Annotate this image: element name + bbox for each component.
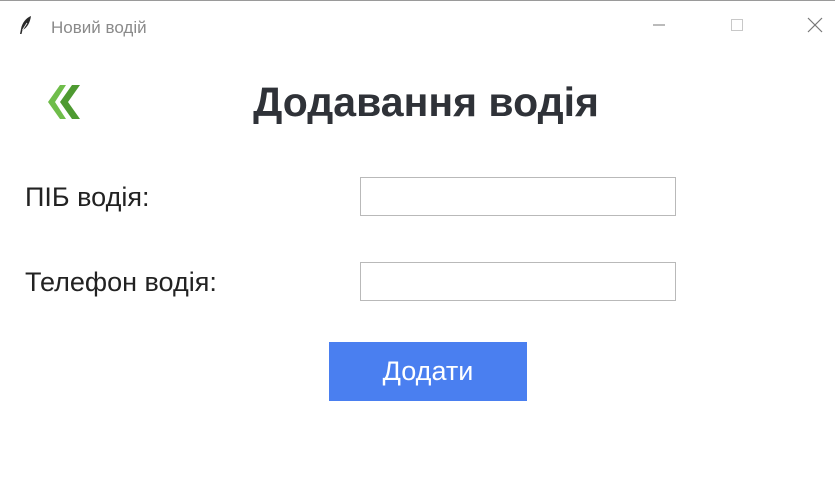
driver-phone-label: Телефон водія:	[25, 267, 217, 297]
driver-phone-input[interactable]	[360, 262, 676, 301]
driver-name-input[interactable]	[360, 177, 676, 216]
maximize-button[interactable]	[714, 11, 760, 39]
add-driver-button[interactable]: Додати	[329, 342, 527, 401]
close-icon	[807, 17, 823, 33]
feather-icon	[18, 15, 34, 35]
app-window: Новий водій Додавання водія ПІБ водія: Т…	[0, 0, 835, 488]
minimize-button[interactable]	[636, 11, 682, 39]
maximize-icon	[731, 19, 743, 31]
close-button[interactable]	[792, 11, 835, 39]
title-bar: Новий водій	[0, 1, 835, 39]
window-title: Новий водій	[51, 18, 147, 37]
page-title: Додавання водія	[253, 79, 599, 125]
driver-name-label: ПІБ водія:	[25, 182, 150, 212]
minimize-icon	[653, 24, 665, 26]
